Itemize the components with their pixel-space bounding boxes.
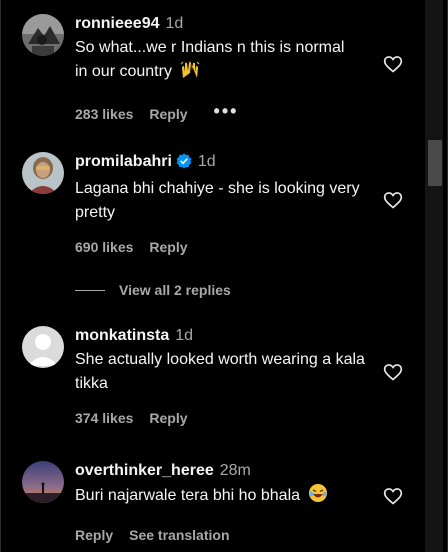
view-replies-button[interactable]: View all 2 replies [75, 282, 231, 298]
avatar[interactable] [22, 14, 64, 56]
heart-icon[interactable] [383, 486, 403, 506]
comment-time: 1d [165, 15, 184, 32]
reply-button[interactable]: Reply [149, 239, 187, 255]
reply-button[interactable]: Reply [149, 410, 187, 426]
comment-text: So what...we r Indians n this is normal … [75, 39, 345, 80]
comment-text: Lagana bhi chahiye - she is looking very… [75, 180, 360, 221]
comment-username[interactable]: overthinker_heree [75, 462, 214, 479]
likes-count[interactable]: 374 likes [75, 410, 133, 426]
reply-button[interactable]: Reply [75, 527, 113, 543]
comments-panel: ronnieee94 1d So what...we r Indians n th… [0, 0, 448, 552]
raised-hands-emoji [180, 60, 200, 87]
verified-badge-icon [176, 153, 192, 175]
likes-count[interactable]: 690 likes [75, 239, 133, 255]
avatar[interactable] [22, 152, 64, 194]
reply-button[interactable]: Reply [149, 106, 187, 122]
comment-username[interactable]: promilabahri [75, 153, 172, 170]
heart-icon[interactable] [383, 54, 403, 74]
avatar[interactable] [22, 326, 64, 368]
likes-count[interactable]: 283 likes [75, 106, 133, 122]
laughing-emoji [308, 483, 328, 511]
comment-username[interactable]: monkatinsta [75, 327, 169, 344]
see-translation-button[interactable]: See translation [129, 527, 229, 543]
comment-time: 28m [219, 462, 251, 479]
scrollbar-thumb[interactable] [428, 140, 442, 186]
avatar[interactable] [22, 461, 64, 503]
comment-time: 1d [175, 327, 194, 344]
scrollbar[interactable] [425, 0, 443, 552]
view-replies-label: View all 2 replies [119, 282, 231, 298]
comment-username[interactable]: ronnieee94 [75, 15, 159, 32]
divider [75, 290, 105, 291]
heart-icon[interactable] [383, 190, 403, 210]
comment-time: 1d [197, 153, 216, 170]
comment-text: Buri najarwale tera bhi ho bhala [75, 487, 301, 504]
heart-icon[interactable] [383, 362, 403, 382]
more-options-icon[interactable]: ••• [214, 101, 239, 122]
comment-text: She actually looked worth wearing a kala… [75, 351, 365, 392]
